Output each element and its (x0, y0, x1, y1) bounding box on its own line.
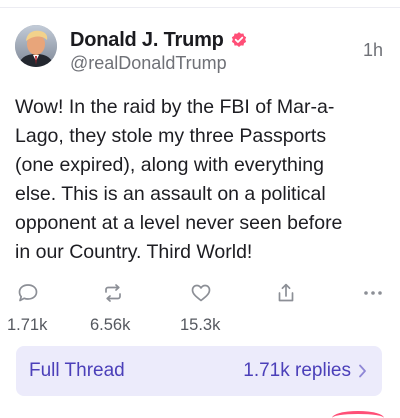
author-handle[interactable]: @realDonaldTrump (70, 53, 227, 74)
post-body: Wow! In the raid by the FBI of Mar-a- La… (15, 93, 387, 267)
post-body-line: in our Country. Third World! (15, 241, 253, 263)
next-post-partial (332, 411, 384, 418)
reply-count: 1.71k (7, 316, 48, 334)
retruth-count: 6.56k (90, 316, 131, 334)
more-button[interactable] (361, 283, 385, 303)
post-body-line: else. This is an assault on a political (15, 183, 326, 205)
heart-icon (191, 284, 211, 302)
top-divider (0, 7, 400, 8)
post-body-line: Wow! In the raid by the FBI of Mar-a- (15, 96, 335, 118)
avatar[interactable] (15, 25, 57, 67)
full-thread-bar[interactable]: Full Thread 1.71k replies (16, 346, 382, 396)
author-display-name[interactable]: Donald J. Trump (70, 29, 224, 52)
author-row: Donald J. Trump (70, 28, 248, 52)
full-thread-label[interactable]: Full Thread (29, 360, 125, 382)
reply-button[interactable] (16, 283, 40, 303)
post-body-line: Lago, they stole my three Passports (15, 125, 327, 147)
thread-replies-count: 1.71k replies (243, 360, 351, 381)
more-icon (364, 291, 382, 295)
post-page: Donald J. Trump @realDonaldTrump 1h Wow!… (0, 0, 400, 418)
retruth-button[interactable] (101, 283, 125, 303)
thread-replies-link[interactable]: 1.71k replies (243, 360, 367, 382)
post-body-line: opponent at a level never seen before (15, 212, 343, 234)
chevron-right-icon (359, 364, 366, 378)
post-body-line: (one expired), along with everything (15, 154, 324, 176)
post-timestamp: 1h (362, 40, 383, 60)
share-button[interactable] (274, 283, 298, 303)
verified-badge-icon (230, 31, 248, 49)
share-icon (278, 283, 294, 302)
like-button[interactable] (189, 283, 213, 303)
reply-icon (18, 284, 38, 302)
like-count: 15.3k (180, 316, 221, 334)
retruth-icon (105, 284, 121, 302)
